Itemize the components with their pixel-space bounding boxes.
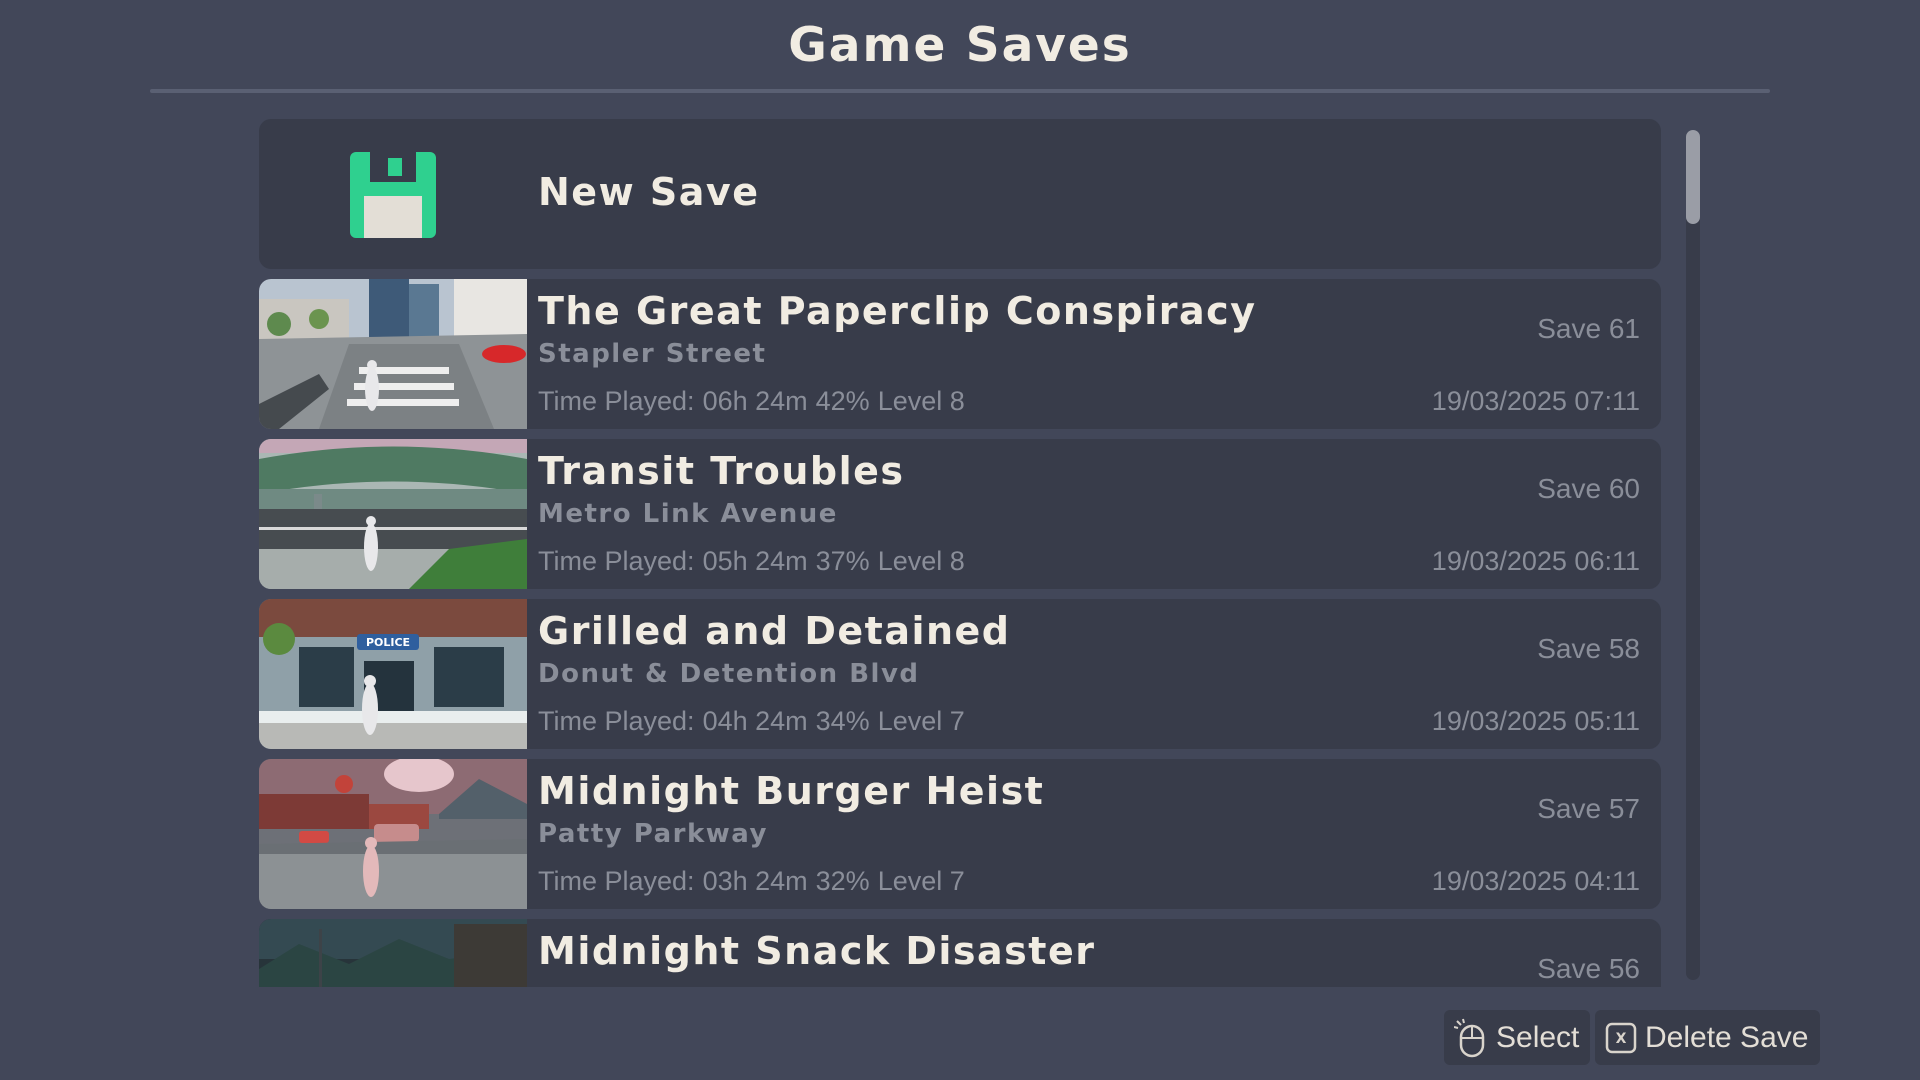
save-date: 19/03/2025 06:11: [1431, 546, 1640, 576]
save-date: 19/03/2025 07:11: [1431, 386, 1640, 416]
save-thumbnail: [259, 759, 527, 909]
save-level: Level 7: [877, 866, 965, 896]
save-location: Patty Parkway: [538, 819, 768, 849]
save-number: Save 56: [1537, 953, 1640, 984]
save-level: Level 7: [877, 706, 965, 736]
delete-save-label: Delete Save: [1645, 1020, 1809, 1054]
save-number: Save 61: [1537, 313, 1640, 344]
save-stats: Time Played: 04h 24m 34% Level 7: [538, 706, 973, 737]
scrollbar[interactable]: [1686, 130, 1700, 980]
save-title: Transit Troubles: [538, 449, 905, 493]
save-title: Midnight Snack Disaster: [538, 929, 1096, 973]
time-played-label: Time Played:: [538, 866, 695, 896]
save-title: Grilled and Detained: [538, 609, 1011, 653]
time-played-value: 05h 24m: [702, 546, 808, 576]
save-date: 19/03/2025 04:11: [1431, 866, 1640, 896]
floppy-disk-icon: [350, 152, 436, 238]
save-list[interactable]: New Save The Great Paperclip Conspiracy …: [259, 119, 1661, 987]
save-number: Save 58: [1537, 633, 1640, 664]
save-thumbnail: [259, 919, 527, 987]
page-title: Game Saves: [788, 18, 1132, 73]
time-played-label: Time Played:: [538, 706, 695, 736]
save-location: Stapler Street: [538, 339, 767, 369]
save-stats: Time Played: 03h 24m 32% Level 7: [538, 866, 973, 897]
save-title: Midnight Burger Heist: [538, 769, 1045, 813]
new-save-button[interactable]: New Save: [259, 119, 1661, 269]
save-location: Donut & Detention Blvd: [538, 659, 920, 689]
save-level: Level 8: [877, 386, 965, 416]
delete-save-hint[interactable]: X Delete Save: [1595, 1010, 1820, 1065]
save-number: Save 57: [1537, 793, 1640, 824]
scrollbar-thumb[interactable]: [1686, 130, 1700, 224]
new-save-label: New Save: [538, 170, 760, 214]
save-slot[interactable]: Transit Troubles Metro Link Avenue Time …: [259, 439, 1661, 589]
title-divider: [150, 89, 1770, 93]
mouse-icon: [1454, 1018, 1485, 1057]
save-stats: Time Played: 06h 24m 42% Level 8: [538, 386, 973, 417]
save-stats: Time Played: 05h 24m 37% Level 8: [538, 546, 973, 577]
svg-text:X: X: [1616, 1031, 1627, 1047]
select-label: Select: [1496, 1020, 1580, 1054]
time-played-value: 06h 24m: [702, 386, 808, 416]
save-thumbnail: POLICE: [259, 599, 527, 749]
police-sign: POLICE: [366, 636, 410, 649]
time-played-label: Time Played:: [538, 386, 695, 416]
save-thumbnail: [259, 439, 527, 589]
select-hint[interactable]: Select: [1444, 1010, 1590, 1065]
time-played-value: 04h 24m: [702, 706, 808, 736]
save-level: Level 8: [877, 546, 965, 576]
save-slot[interactable]: Midnight Snack Disaster Save 56: [259, 919, 1661, 987]
save-slot[interactable]: Midnight Burger Heist Patty Parkway Time…: [259, 759, 1661, 909]
completion-percent: 37%: [815, 546, 870, 576]
save-location: Metro Link Avenue: [538, 499, 838, 529]
save-title: The Great Paperclip Conspiracy: [538, 289, 1257, 333]
completion-percent: 42%: [815, 386, 870, 416]
save-thumbnail: [259, 279, 527, 429]
save-slot[interactable]: POLICE Grilled and Detained Donut & Dete…: [259, 599, 1661, 749]
time-played-value: 03h 24m: [702, 866, 808, 896]
completion-percent: 34%: [815, 706, 870, 736]
save-slot[interactable]: The Great Paperclip Conspiracy Stapler S…: [259, 279, 1661, 429]
x-key-icon: X: [1605, 1022, 1637, 1053]
save-date: 19/03/2025 05:11: [1431, 706, 1640, 736]
time-played-label: Time Played:: [538, 546, 695, 576]
save-number: Save 60: [1537, 473, 1640, 504]
completion-percent: 32%: [815, 866, 870, 896]
